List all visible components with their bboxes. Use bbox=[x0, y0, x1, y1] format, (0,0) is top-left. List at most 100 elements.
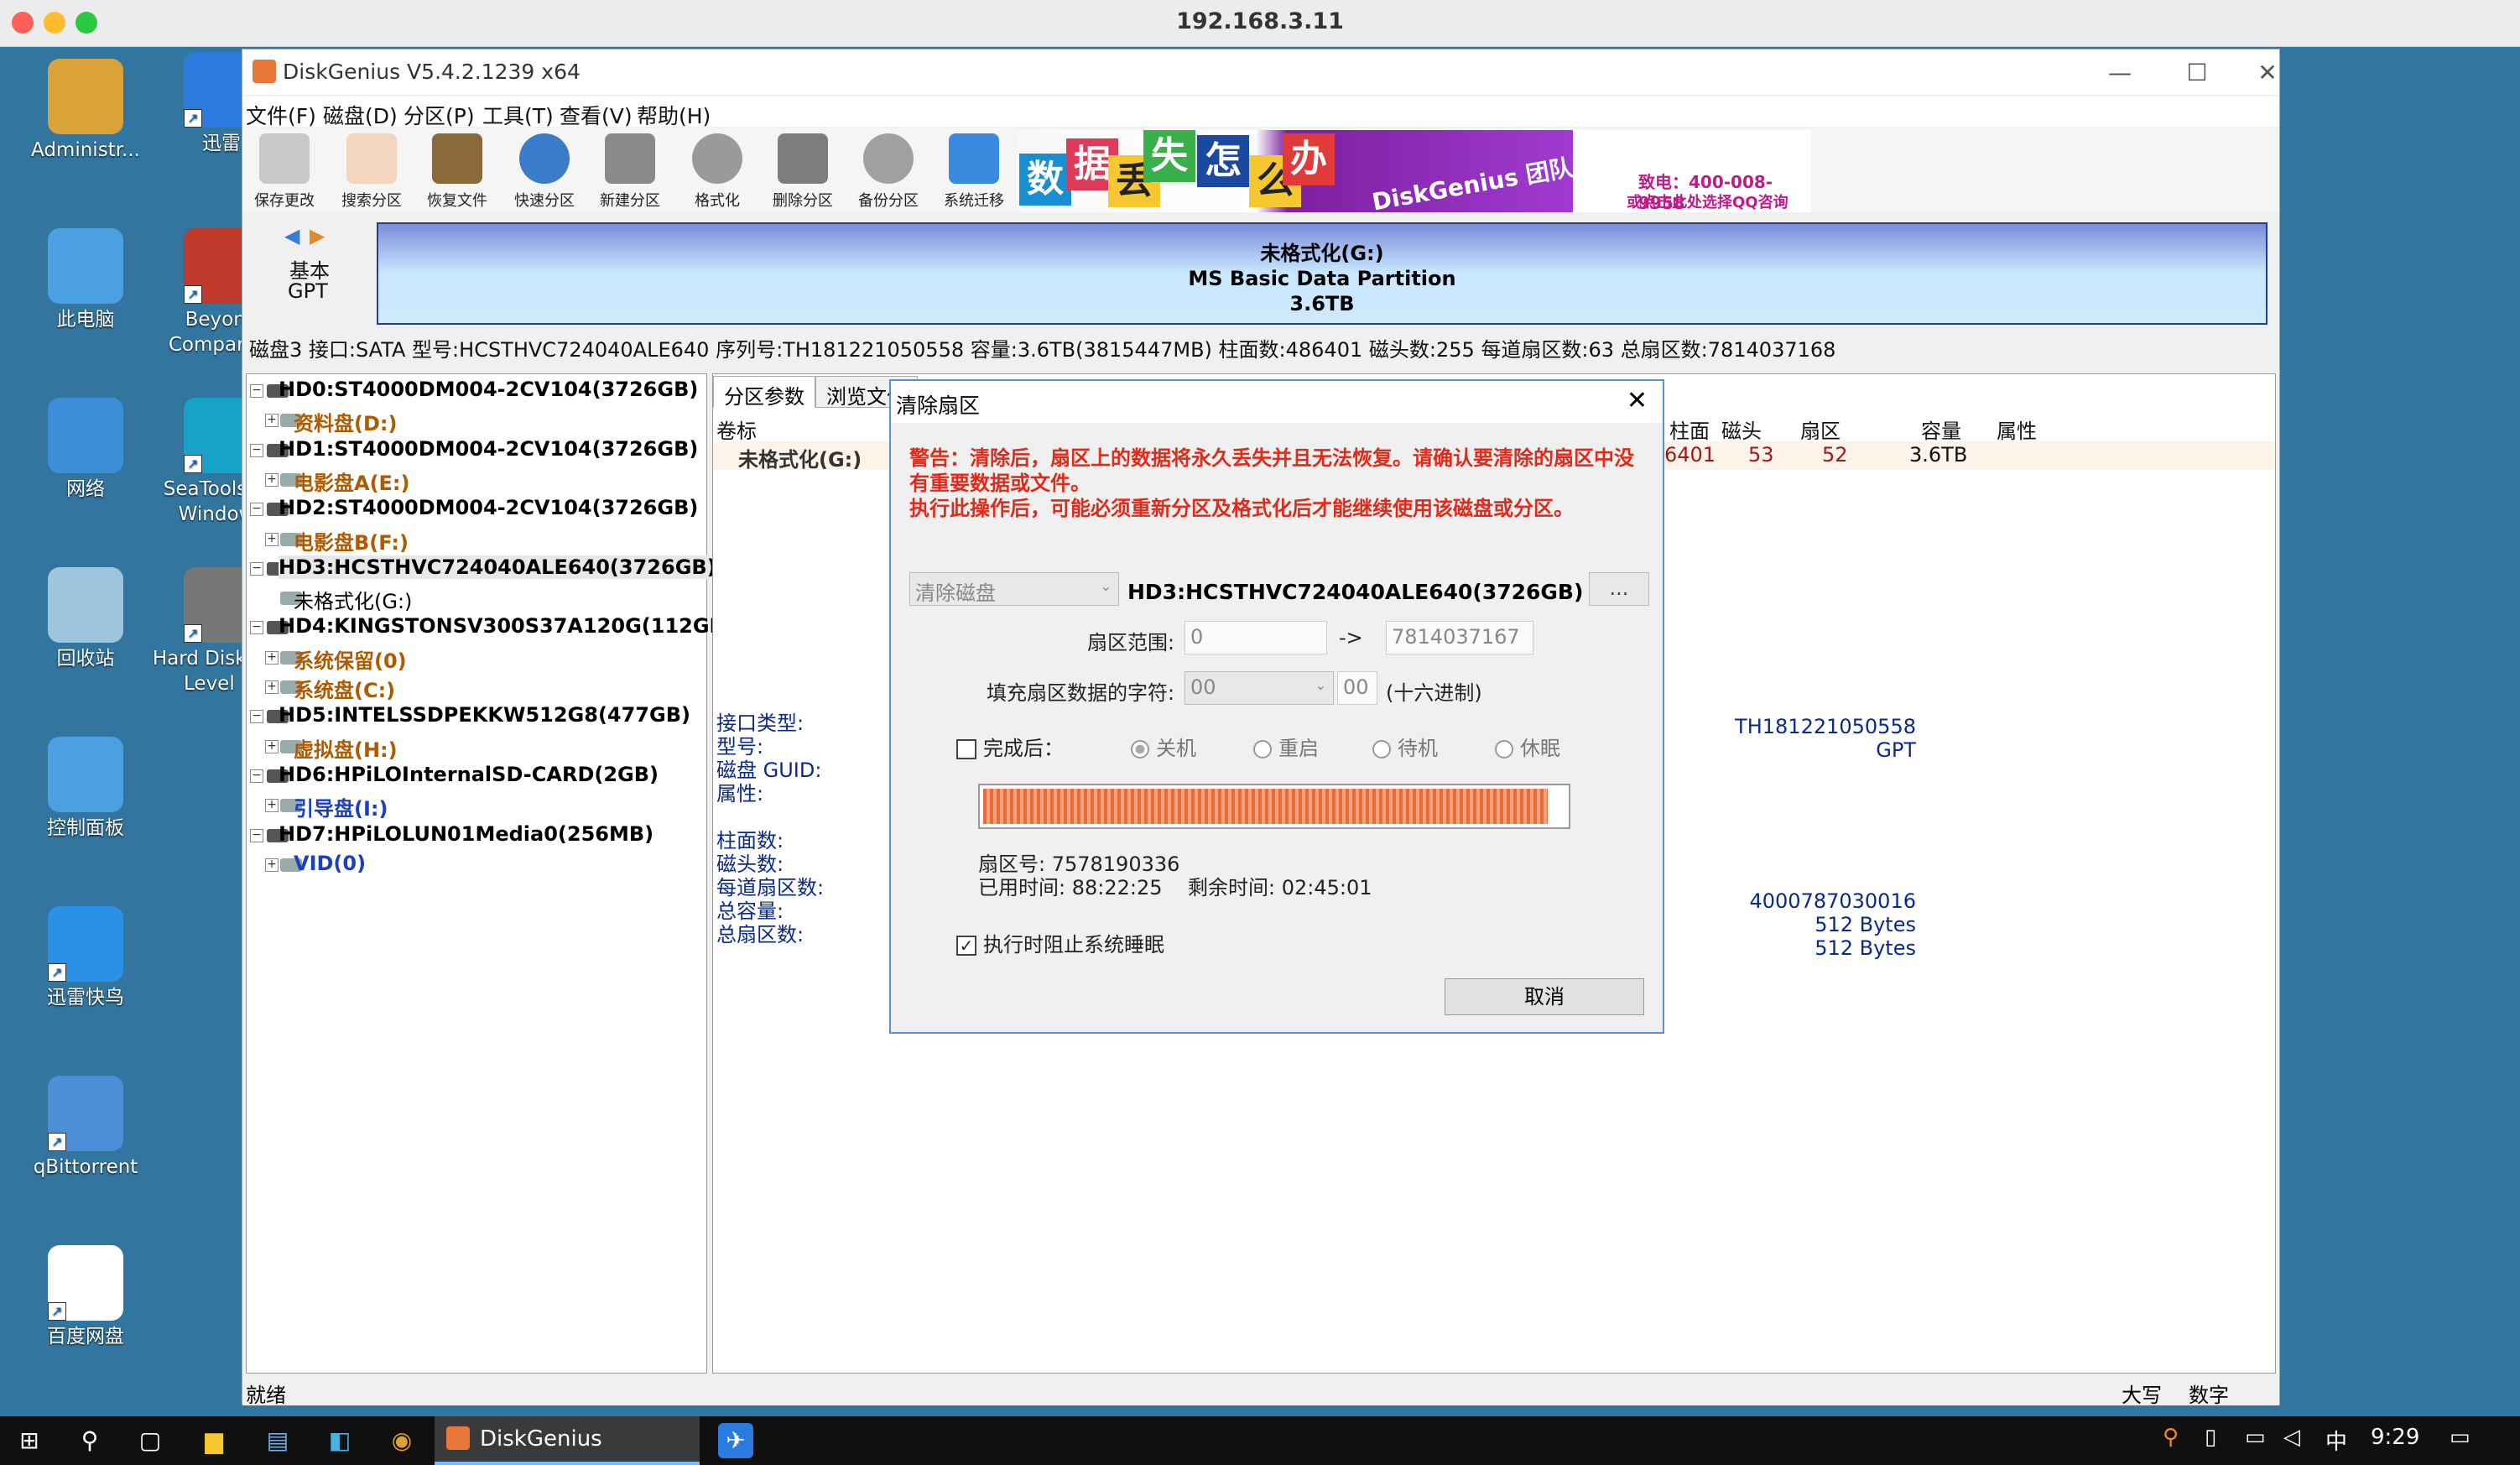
menu-file[interactable]: 文件(F) bbox=[246, 100, 316, 130]
recover-files-button[interactable]: 恢复文件 bbox=[417, 133, 497, 211]
xunlei-taskbar-icon[interactable]: ✈ bbox=[718, 1423, 753, 1458]
delete-partition-button[interactable]: 删除分区 bbox=[763, 133, 843, 211]
collapse-toggle-icon[interactable]: − bbox=[250, 621, 263, 635]
radio-restart[interactable]: 重启 bbox=[1253, 732, 1319, 761]
nav-right-arrow-icon[interactable]: ▶ bbox=[310, 224, 325, 248]
tree-partition-item[interactable]: VID(0) bbox=[294, 852, 366, 875]
search-tray-icon[interactable]: ⚲ bbox=[2163, 1425, 2179, 1450]
cancel-button[interactable]: 取消 bbox=[1445, 978, 1644, 1015]
desktop-icon[interactable]: 回收站 bbox=[10, 567, 161, 671]
col-attribute[interactable]: 属性 bbox=[1997, 414, 2037, 444]
system-migration-button[interactable]: 系统迁移 bbox=[934, 133, 1014, 211]
expand-toggle-icon[interactable]: + bbox=[265, 650, 279, 665]
network-tray-icon[interactable]: ▭ bbox=[2245, 1425, 2266, 1450]
expand-toggle-icon[interactable]: + bbox=[265, 472, 279, 487]
collapse-toggle-icon[interactable]: − bbox=[250, 503, 263, 517]
after-complete-checkbox[interactable]: 完成后： bbox=[956, 732, 1064, 761]
collapse-toggle-icon[interactable]: − bbox=[250, 384, 263, 398]
range-end-input[interactable]: 7814037167 bbox=[1386, 621, 1533, 654]
prevent-sleep-checkbox[interactable]: ✓ 执行时阻止系统睡眠 bbox=[956, 928, 1164, 957]
menu-view[interactable]: 查看(V) bbox=[560, 100, 633, 130]
collapse-toggle-icon[interactable]: − bbox=[250, 828, 263, 842]
menu-partition[interactable]: 分区(P) bbox=[404, 100, 475, 130]
col-sector[interactable]: 扇区 bbox=[1800, 414, 1841, 444]
ime-indicator[interactable]: 中 bbox=[2325, 1425, 2347, 1456]
server-manager-icon[interactable]: ▤ bbox=[260, 1423, 295, 1458]
browse-button[interactable]: ... bbox=[1589, 572, 1649, 606]
desktop-icon[interactable]: ↗ 百度网盘 bbox=[10, 1245, 161, 1349]
tree-partition-item[interactable]: 未格式化(G:) bbox=[294, 585, 412, 614]
tree-partition-item[interactable]: 虚拟盘(H:) bbox=[294, 733, 398, 763]
expand-toggle-icon[interactable]: + bbox=[265, 680, 279, 694]
col-label[interactable]: 卷标 bbox=[716, 414, 757, 444]
tree-disk-item[interactable]: HD1:ST4000DM004-2CV104(3726GB) bbox=[279, 437, 698, 461]
maximize-button[interactable]: ☐ bbox=[2172, 56, 2222, 90]
partition-block[interactable]: 未格式化(G:) MS Basic Data Partition 3.6TB bbox=[377, 222, 2267, 325]
desktop-icon[interactable]: ↗ qBittorrent bbox=[10, 1076, 161, 1180]
search-icon[interactable]: ⚲ bbox=[72, 1423, 107, 1458]
range-start-input[interactable]: 0 bbox=[1185, 621, 1327, 654]
file-explorer-icon[interactable]: ▆ bbox=[196, 1423, 232, 1458]
task-view-icon[interactable]: ▢ bbox=[133, 1423, 168, 1458]
quick-partition-button[interactable]: 快速分区 bbox=[504, 133, 585, 211]
close-button[interactable]: ✕ bbox=[2242, 56, 2293, 90]
volume-muted-icon[interactable]: ◁ bbox=[2283, 1425, 2300, 1450]
desktop-icon[interactable]: Administr... bbox=[10, 59, 161, 163]
expand-toggle-icon[interactable]: + bbox=[265, 532, 279, 546]
tree-partition-item[interactable]: 资料盘(D:) bbox=[294, 407, 397, 436]
windows-start-icon[interactable]: ⊞ bbox=[12, 1423, 47, 1458]
tree-disk-item[interactable]: HD3:HCSTHVC724040ALE640(3726GB) bbox=[279, 555, 716, 579]
radio-shutdown[interactable]: 关机 bbox=[1131, 732, 1196, 761]
usb-tray-icon[interactable]: ▯ bbox=[2205, 1425, 2216, 1450]
col-cylinder[interactable]: 柱面 bbox=[1669, 414, 1710, 444]
target-type-select[interactable]: 清除磁盘 ⌄ bbox=[909, 572, 1119, 606]
col-head[interactable]: 磁头 bbox=[1721, 414, 1762, 444]
radio-standby[interactable]: 待机 bbox=[1372, 732, 1438, 761]
tree-disk-item[interactable]: HD7:HPiLOLUN01Media0(256MB) bbox=[279, 822, 653, 846]
ad-banner[interactable]: 数 据 丢 失 怎 么 办 DiskGenius 团队为您服务 致电：400-0… bbox=[1018, 130, 1811, 216]
backup-partition-button[interactable]: 备份分区 bbox=[848, 133, 929, 211]
collapse-toggle-icon[interactable]: − bbox=[250, 561, 263, 576]
expand-toggle-icon[interactable]: + bbox=[265, 739, 279, 753]
tab-partition-params[interactable]: 分区参数 bbox=[713, 376, 815, 409]
tree-disk-item[interactable]: HD5:INTELSSDPEKKW512G8(477GB) bbox=[279, 703, 690, 727]
tree-disk-item[interactable]: HD0:ST4000DM004-2CV104(3726GB) bbox=[279, 378, 698, 401]
tree-partition-item[interactable]: 电影盘B(F:) bbox=[294, 526, 409, 555]
col-capacity[interactable]: 容量 bbox=[1921, 414, 1961, 444]
nav-left-arrow-icon[interactable]: ◀ bbox=[284, 224, 299, 248]
new-partition-button[interactable]: 新建分区 bbox=[590, 133, 670, 211]
expand-toggle-icon[interactable]: + bbox=[265, 799, 279, 813]
clock[interactable]: 9:29 bbox=[2371, 1425, 2419, 1450]
tree-partition-item[interactable]: 系统盘(C:) bbox=[294, 674, 395, 703]
taskbar-diskgenius[interactable]: DiskGenius V5.4.2.1... bbox=[435, 1416, 700, 1465]
collapse-toggle-icon[interactable]: − bbox=[250, 710, 263, 724]
store-icon[interactable]: ◧ bbox=[322, 1423, 357, 1458]
expand-toggle-icon[interactable]: + bbox=[265, 858, 279, 872]
menu-tools[interactable]: 工具(T) bbox=[482, 100, 554, 130]
notification-icon[interactable]: ▭ bbox=[2450, 1425, 2471, 1450]
tree-disk-item[interactable]: HD6:HPiLOInternalSD-CARD(2GB) bbox=[279, 763, 659, 786]
radio-hibernate[interactable]: 休眠 bbox=[1495, 732, 1560, 761]
format-button[interactable]: 格式化 bbox=[677, 133, 758, 211]
search-partition-button[interactable]: 搜索分区 bbox=[331, 133, 412, 211]
tree-disk-item[interactable]: HD2:ST4000DM004-2CV104(3726GB) bbox=[279, 496, 698, 519]
tree-partition-item[interactable]: 系统保留(0) bbox=[294, 644, 407, 674]
fill-char-select[interactable]: 00 ⌄ bbox=[1185, 671, 1334, 705]
expand-toggle-icon[interactable]: + bbox=[265, 414, 279, 428]
minimize-button[interactable]: — bbox=[2095, 56, 2145, 90]
tree-partition-item[interactable]: 引导盘(I:) bbox=[294, 792, 388, 821]
dialog-close-icon[interactable]: ✕ bbox=[1627, 386, 1648, 415]
collapse-toggle-icon[interactable]: − bbox=[250, 443, 263, 457]
fill-char-input[interactable]: 00 bbox=[1337, 671, 1377, 705]
desktop-icon[interactable]: 此电脑 bbox=[10, 228, 161, 332]
collapse-toggle-icon[interactable]: − bbox=[250, 769, 263, 783]
menu-disk[interactable]: 磁盘(D) bbox=[323, 100, 398, 130]
desktop-icon[interactable]: 网络 bbox=[10, 398, 161, 502]
tree-partition-item[interactable]: 电影盘A(E:) bbox=[294, 467, 410, 496]
desktop-icon[interactable]: 控制面板 bbox=[10, 737, 161, 841]
chrome-icon[interactable]: ◉ bbox=[384, 1423, 419, 1458]
tree-disk-item[interactable]: HD4:KINGSTONSV300S37A120G(112GI bbox=[279, 614, 716, 638]
desktop-icon[interactable]: ↗ 迅雷快鸟 bbox=[10, 906, 161, 1010]
save-changes-button[interactable]: 保存更改 bbox=[244, 133, 325, 211]
menu-help[interactable]: 帮助(H) bbox=[637, 100, 711, 130]
